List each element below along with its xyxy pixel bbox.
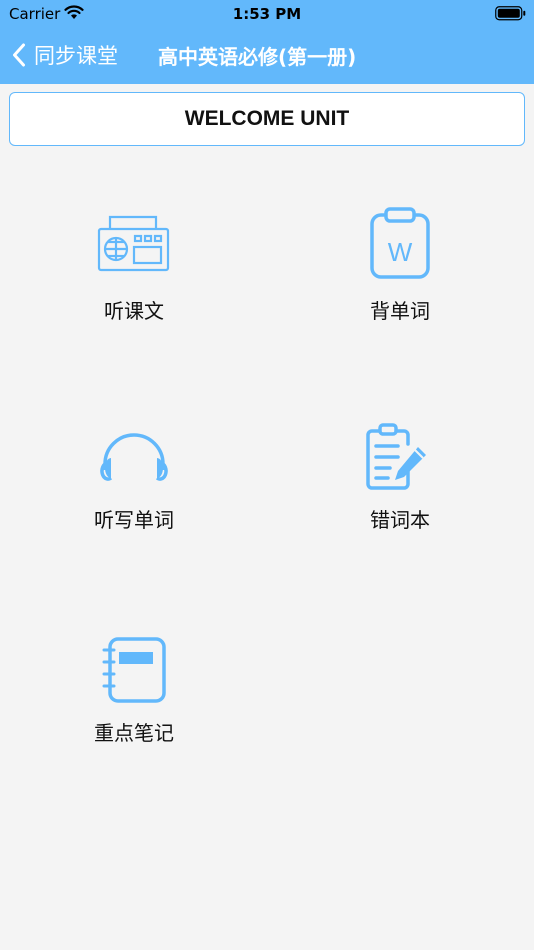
back-button-label: 同步课堂 — [34, 44, 118, 68]
status-bar: Carrier 1:53 PM — [0, 0, 534, 28]
status-time: 1:53 PM — [232, 5, 302, 23]
recite-words-label: 背单词 — [370, 299, 430, 323]
navigation-bar: 同步课堂 高中英语必修(第一册) — [0, 28, 534, 84]
header-bar: Carrier 1:53 PM 同步课堂 高中英语必修(第一册) — [0, 0, 534, 84]
svg-text:W: W — [388, 237, 413, 267]
unit-selector-button[interactable]: WELCOME UNIT — [9, 92, 525, 146]
listen-text-label: 听课文 — [104, 299, 164, 323]
back-button[interactable]: 同步课堂 — [12, 36, 118, 74]
radio-icon — [97, 215, 170, 272]
page-title: 高中英语必修(第一册) — [158, 45, 357, 69]
headphones-icon — [100, 433, 168, 481]
clipboard-w-icon: W — [370, 207, 430, 279]
notepad-pencil-icon — [366, 423, 426, 490]
dictation-tile[interactable]: 听写单词 — [64, 430, 204, 560]
wrong-words-label: 错词本 — [370, 508, 430, 532]
battery-icon — [495, 6, 526, 21]
key-notes-tile[interactable]: 重点笔记 — [64, 637, 204, 767]
wrong-words-tile[interactable]: 错词本 — [330, 422, 470, 552]
recite-words-tile[interactable]: W 背单词 — [330, 207, 470, 337]
key-notes-label: 重点笔记 — [94, 721, 174, 745]
notebook-icon — [102, 637, 166, 703]
chevron-left-icon — [13, 43, 25, 67]
dictation-label: 听写单词 — [94, 508, 174, 532]
listen-text-tile[interactable]: 听课文 — [64, 215, 204, 345]
